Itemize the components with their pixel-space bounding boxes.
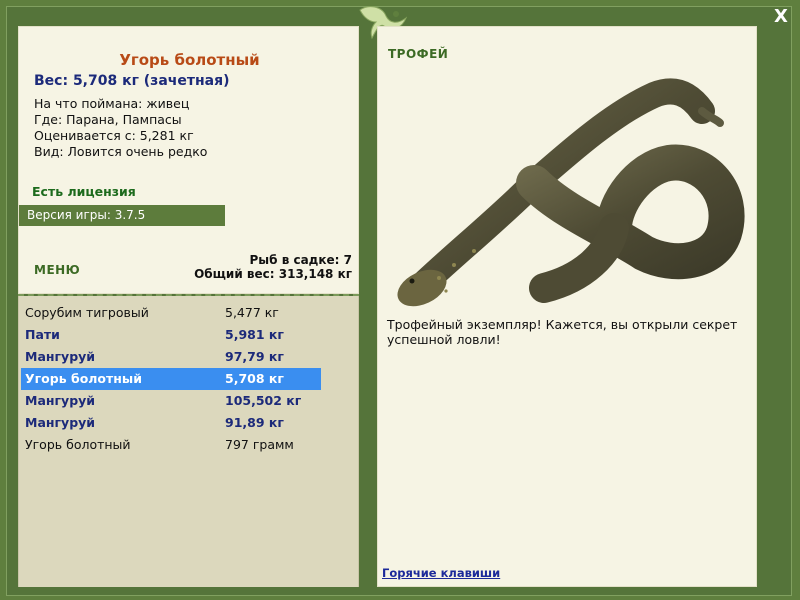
detail-valued-from: Оценивается с: 5,281 кг <box>34 128 194 143</box>
list-item-weight: 105,502 кг <box>225 393 302 408</box>
list-item-name: Мангуруй <box>25 415 96 430</box>
list-item-weight: 5,708 кг <box>225 371 284 386</box>
list-item-weight: 5,477 кг <box>225 305 279 320</box>
list-item-name: Мангуруй <box>25 349 96 364</box>
detail-bait: На что поймана: живец <box>34 96 190 111</box>
list-item[interactable]: Пати 5,981 кг <box>21 324 321 346</box>
list-item[interactable]: Мангуруй 91,89 кг <box>21 412 321 434</box>
list-item-name: Угорь болотный <box>25 437 131 452</box>
hotkeys-link[interactable]: Горячие клавиши <box>382 566 500 580</box>
fish-name: Угорь болотный <box>119 51 260 69</box>
eel-image <box>397 78 745 307</box>
list-item[interactable]: Сорубим тигровый 5,477 кг <box>21 302 321 324</box>
list-item-weight: 91,89 кг <box>225 415 284 430</box>
trophy-panel: ТРОФЕЙ Трофейный экземпляр! Кажется, вы … <box>377 26 757 587</box>
list-item[interactable]: Угорь болотный 797 грамм <box>21 434 321 456</box>
list-item-name: Пати <box>25 327 60 342</box>
list-item-weight: 797 грамм <box>225 437 294 452</box>
detail-rarity: Вид: Ловится очень редко <box>34 144 208 159</box>
catch-list: Сорубим тигровый 5,477 кг Пати 5,981 кг … <box>21 302 321 456</box>
version-bar: Версия игры: 3.7.5 <box>19 205 225 226</box>
list-item-selected[interactable]: Угорь болотный 5,708 кг <box>21 368 321 390</box>
list-item-name: Мангуруй <box>25 393 96 408</box>
detail-location: Где: Парана, Пампасы <box>34 112 182 127</box>
catch-list-panel: Сорубим тигровый 5,477 кг Пати 5,981 кг … <box>18 296 359 587</box>
list-item-weight: 5,981 кг <box>225 327 284 342</box>
list-item-weight: 97,79 кг <box>225 349 284 364</box>
fish-info-panel: Угорь болотный Вес: 5,708 кг (зачетная) … <box>18 26 359 294</box>
fish-weight: Вес: 5,708 кг (зачетная) <box>34 73 230 89</box>
keepnet-count: Рыб в садке: 7 <box>249 253 353 267</box>
close-button[interactable]: X <box>770 6 792 28</box>
menu-button[interactable]: МЕНЮ <box>34 263 80 277</box>
license-status: Есть лицензия <box>32 184 136 199</box>
trophy-text: Трофейный экземпляр! Кажется, вы открыли… <box>387 317 738 347</box>
keepnet-total-weight: Общий вес: 313,148 кг <box>194 267 352 281</box>
keepnet-summary: Рыб в садке: 7 Общий вес: 313,148 кг <box>194 253 352 281</box>
list-item-name: Сорубим тигровый <box>25 305 149 320</box>
list-item-name: Угорь болотный <box>25 371 142 386</box>
list-item[interactable]: Мангуруй 105,502 кг <box>21 390 321 412</box>
list-item[interactable]: Мангуруй 97,79 кг <box>21 346 321 368</box>
